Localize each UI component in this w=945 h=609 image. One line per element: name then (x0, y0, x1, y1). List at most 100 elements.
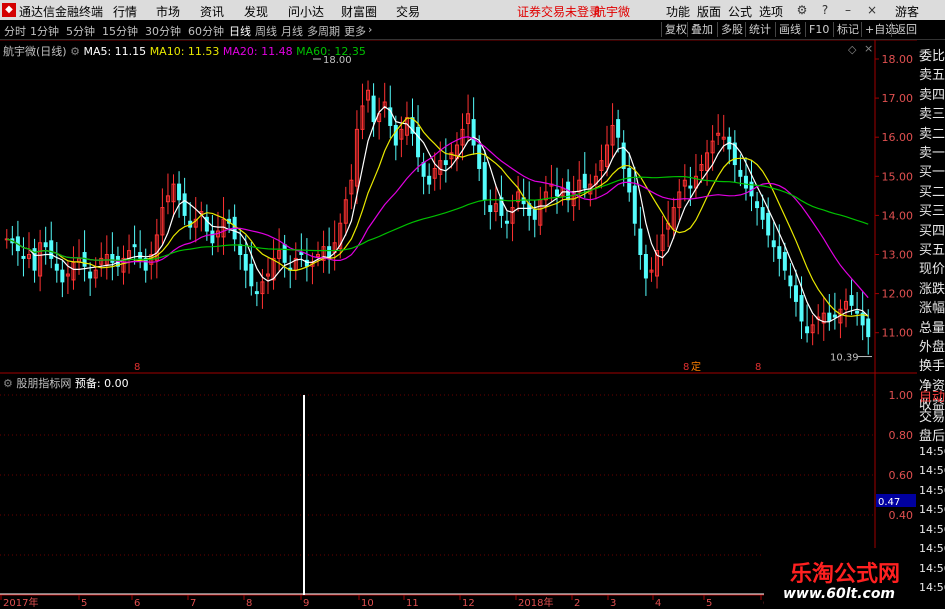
side-lower-item[interactable]: 14:56 (919, 562, 945, 575)
candle-body (788, 275, 793, 287)
side-item[interactable]: 总量 (919, 317, 945, 336)
side-lower-item[interactable]: 交易 (919, 406, 945, 425)
period-multi[interactable]: 多周期 (307, 23, 340, 39)
ma20-line (6, 136, 869, 299)
side-item[interactable]: 买三 (919, 200, 945, 219)
mark-button[interactable]: 标记 (833, 22, 862, 37)
period-toolbar: 分时 1分钟 5分钟 15分钟 30分钟 60分钟 日线 周线 月线 多周期 更… (0, 21, 945, 40)
login-status[interactable]: 证券交易未登录 (517, 3, 601, 20)
side-item[interactable]: 买二 (919, 181, 945, 200)
candle-body (249, 263, 254, 287)
candle-body (832, 314, 837, 318)
side-item[interactable]: 卖二 (919, 123, 945, 142)
side-item[interactable]: 买五 (919, 239, 945, 258)
stats-button[interactable]: 统计 (745, 22, 774, 37)
side-lower-item[interactable]: 盘后 (919, 425, 945, 444)
candle-body (210, 230, 215, 244)
candle-body (688, 185, 693, 189)
side-lower-item[interactable]: 14:56 (919, 503, 945, 516)
guest-label[interactable]: 游客 (895, 3, 919, 20)
candle-body (632, 185, 637, 224)
time-axis-label: 11 (406, 598, 419, 608)
sub-tick-label: 1.00 (889, 389, 914, 402)
f10-button[interactable]: F10 (805, 22, 832, 37)
overlay-button[interactable]: 叠加 (687, 22, 716, 37)
menu-ask[interactable]: 问小达 (288, 3, 324, 20)
period-30min[interactable]: 30分钟 (145, 23, 181, 39)
more-chevron-icon[interactable]: › (368, 23, 372, 36)
period-more[interactable]: 更多 (344, 23, 366, 39)
price-chart[interactable]: 18.00 17.00 16.00 15.00 14.00 13.00 12.00 11.00… (0, 40, 917, 608)
draw-button[interactable]: 画线 (775, 22, 804, 37)
side-item[interactable]: 涨幅 (919, 297, 945, 316)
side-item[interactable]: 卖三 (919, 103, 945, 122)
stock-name: 航宇微 (594, 5, 631, 19)
adjust-button[interactable]: 复权 (661, 22, 690, 37)
period-5min[interactable]: 5分钟 (66, 23, 95, 39)
price-tick-label: 13.00 (882, 249, 914, 262)
side-item[interactable]: 涨跌 (919, 278, 945, 297)
price-tick-label: 18.00 (882, 53, 914, 66)
candle-body (177, 183, 182, 201)
candle-body (282, 244, 287, 263)
menu-options[interactable]: 选项 (759, 3, 783, 20)
signal-marker: 8 (755, 362, 761, 373)
menu-layout[interactable]: 版面 (697, 3, 721, 20)
menu-discover[interactable]: 发现 (244, 3, 268, 20)
candle-body (616, 119, 621, 138)
period-weekly[interactable]: 周线 (255, 23, 277, 39)
side-lower-item[interactable]: 14:56 (919, 523, 945, 536)
candle-body (182, 193, 187, 216)
side-lower-item[interactable]: 14:56 (919, 464, 945, 477)
menu-function[interactable]: 功能 (666, 3, 690, 20)
side-item[interactable]: 卖四 (919, 84, 945, 103)
watermark-title: 乐淘公式网 (790, 562, 901, 587)
period-monthly[interactable]: 月线 (281, 23, 303, 39)
period-1min[interactable]: 1分钟 (30, 23, 59, 39)
menu-wealth[interactable]: 财富圈 (341, 3, 377, 20)
candle-body (54, 263, 59, 271)
period-60min[interactable]: 60分钟 (188, 23, 224, 39)
candle-body (421, 162, 426, 177)
candle-body (88, 271, 93, 279)
side-item[interactable]: 卖五 (919, 64, 945, 83)
menu-formula[interactable]: 公式 (728, 3, 752, 20)
time-axis-label: 2 (574, 598, 580, 608)
back-button[interactable]: 返回 (891, 22, 920, 37)
candle-body (849, 295, 854, 306)
side-lower-item[interactable]: 14:56 (919, 445, 945, 458)
app-title: 通达信金融终端 (19, 5, 104, 19)
gear-icon[interactable]: ⚙ (3, 377, 13, 390)
candle-body (504, 220, 509, 224)
multi-stock-button[interactable]: 多股 (717, 22, 746, 37)
side-item[interactable]: 委比 (919, 45, 945, 64)
side-item[interactable]: 换手 (919, 355, 945, 374)
settings-icon[interactable]: ⚙ (794, 2, 810, 18)
menu-trade[interactable]: 交易 (396, 3, 420, 20)
minimize-icon[interactable]: – (840, 2, 856, 18)
period-15min[interactable]: 15分钟 (102, 23, 138, 39)
quote-side-panel: 委比 卖五 卖四 卖三 卖二 卖一 买一 买二 买三 买四 买五 现价 涨跌 涨幅 总量 外盘 换手 净资 收益 自动… (917, 41, 945, 609)
menu-market[interactable]: 市场 (156, 3, 180, 20)
side-lower-item[interactable]: 14:56 (919, 542, 945, 555)
price-tick-label: 15.00 (882, 170, 914, 183)
menu-news[interactable]: 资讯 (200, 3, 224, 20)
side-lower-item[interactable]: 自动 (919, 386, 945, 405)
menu-quotes[interactable]: 行情 (113, 3, 137, 20)
candle-body (643, 254, 648, 279)
side-item[interactable]: 卖一 (919, 142, 945, 161)
time-axis-label: 9 (303, 598, 309, 608)
side-lower-item[interactable]: 14:56 (919, 484, 945, 497)
side-item[interactable]: 买一 (919, 161, 945, 180)
candle-body (60, 269, 65, 283)
side-lower-item[interactable]: 14:56 (919, 581, 945, 594)
help-icon[interactable]: ? (817, 2, 833, 18)
candle-body (638, 228, 643, 256)
side-item[interactable]: 现价 (919, 258, 945, 277)
side-item[interactable]: 外盘 (919, 336, 945, 355)
close-icon[interactable]: × (864, 2, 880, 18)
period-tick[interactable]: 分时 (4, 23, 26, 39)
candle-body (477, 144, 482, 169)
side-item[interactable]: 买四 (919, 220, 945, 239)
period-daily[interactable]: 日线 (229, 23, 251, 39)
